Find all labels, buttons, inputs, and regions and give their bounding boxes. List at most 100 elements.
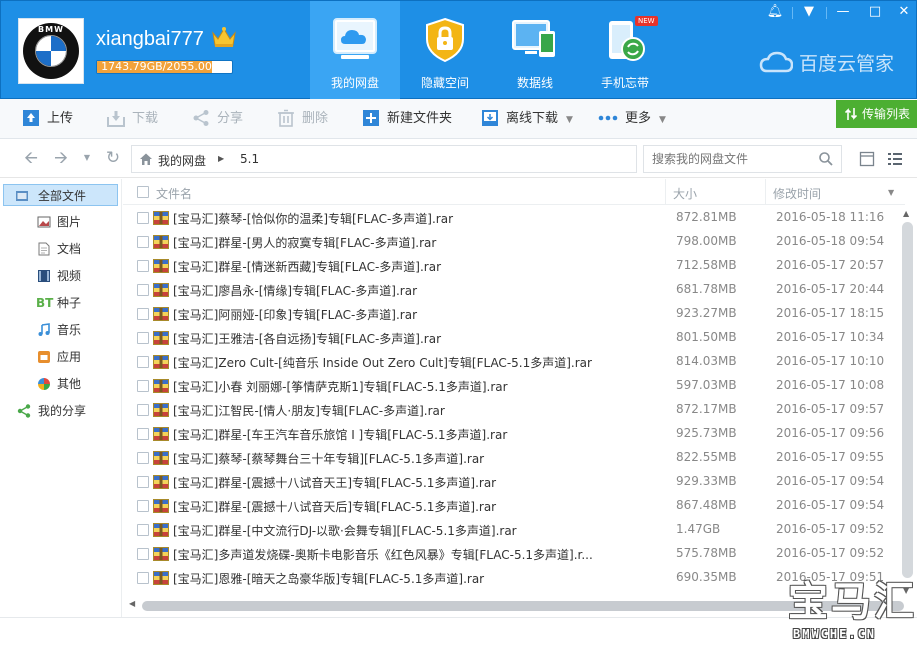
new-folder-button[interactable]: 新建文件夹 xyxy=(362,109,452,129)
file-name[interactable]: [宝马汇]群星-[情迷新西藏]专辑[FLAC-多声道].rar xyxy=(173,258,673,275)
vertical-scroll-thumb[interactable] xyxy=(902,222,913,578)
share-button[interactable]: 分享 xyxy=(192,109,243,129)
column-header-name[interactable]: 文件名 xyxy=(156,185,192,202)
file-name[interactable]: [宝马汇]阿丽娅-[印象]专辑[FLAC-多声道].rar xyxy=(173,306,673,323)
refresh-icon[interactable]: ↻ xyxy=(104,149,122,167)
breadcrumb-root[interactable]: 我的网盘 xyxy=(158,152,206,169)
table-row[interactable]: [宝马汇]江智民-[情人·朋友]专辑[FLAC-多声道].rar 872.17MB… xyxy=(123,398,905,422)
column-divider[interactable] xyxy=(665,179,666,205)
row-checkbox[interactable] xyxy=(137,500,149,512)
file-name[interactable]: [宝马汇]江智民-[情人·朋友]专辑[FLAC-多声道].rar xyxy=(173,402,673,419)
sidebar-item-documents[interactable]: 文档 xyxy=(0,238,121,260)
forward-arrow-icon[interactable]: 🡪 xyxy=(52,149,70,167)
row-checkbox[interactable] xyxy=(137,524,149,536)
file-name[interactable]: [宝马汇]群星-[车王汽车音乐旅馆 I ]专辑[FLAC-5.1多声道].rar xyxy=(173,426,673,443)
file-date: 2016-05-17 09:55 xyxy=(776,450,885,464)
menu-dropdown-icon[interactable]: ▼ xyxy=(795,3,823,23)
search-input[interactable] xyxy=(643,145,842,173)
scroll-left-icon[interactable]: ◀ xyxy=(129,599,135,608)
divider xyxy=(826,7,827,19)
column-divider[interactable] xyxy=(765,179,766,205)
sidebar-item-music[interactable]: 音乐 xyxy=(0,319,121,341)
sort-chevron-down-icon[interactable]: ▼ xyxy=(888,188,894,197)
column-header-date[interactable]: 修改时间 xyxy=(773,185,821,202)
sidebar-item-videos[interactable]: 视频 xyxy=(0,265,121,287)
table-row[interactable]: [宝马汇]Zero Cult-[纯音乐 Inside Out Zero Cult… xyxy=(123,350,905,374)
select-all-checkbox[interactable] xyxy=(137,186,149,198)
file-name[interactable]: [宝马汇]蔡琴-[蔡琴舞台三十年专辑][FLAC-5.1多声道].rar xyxy=(173,450,673,467)
file-name[interactable]: [宝马汇]恩雅-[暗天之岛豪华版]专辑[FLAC-5.1多声道].rar xyxy=(173,570,673,587)
sidebar-item-my-shares[interactable]: 我的分享 xyxy=(0,400,121,422)
file-name[interactable]: [宝马汇]群星-[男人的寂寞专辑[FLAC-多声道].rar xyxy=(173,234,673,251)
file-name[interactable]: [宝马汇]廖昌永-[情缘]专辑[FLAC-多声道].rar xyxy=(173,282,673,299)
table-row[interactable]: [宝马汇]群星-[情迷新西藏]专辑[FLAC-多声道].rar 712.58MB 2… xyxy=(123,254,905,278)
file-name[interactable]: [宝马汇]小春 刘丽娜-[筝情萨克斯1]专辑[FLAC-5.1多声道].rar xyxy=(173,378,673,395)
table-row[interactable]: [宝马汇]群星-[震撼十八试音天王]专辑[FLAC-5.1多声道].rar 929… xyxy=(123,470,905,494)
row-checkbox[interactable] xyxy=(137,380,149,392)
row-checkbox[interactable] xyxy=(137,308,149,320)
search-icon[interactable] xyxy=(818,151,834,167)
table-row[interactable]: [宝马汇]蔡琴-[恰似你的温柔]专辑[FLAC-多声道].rar 872.81MB… xyxy=(123,206,905,230)
row-checkbox[interactable] xyxy=(137,356,149,368)
table-row[interactable]: [宝马汇]多声道发烧碟-奥斯卡电影音乐《红色风暴》专辑[FLAC-5.1多声道]… xyxy=(123,542,905,566)
file-name[interactable]: [宝马汇]王雅洁-[各自远扬]专辑[FLAC-多声道].rar xyxy=(173,330,673,347)
offline-download-button[interactable]: 离线下载 ▼ xyxy=(481,109,573,129)
maximize-button[interactable]: □ xyxy=(861,3,889,23)
username[interactable]: xiangbai777 xyxy=(96,28,204,51)
sidebar-item-pictures[interactable]: 图片 xyxy=(0,211,121,233)
notification-bell-icon[interactable]: 🔔︎ xyxy=(761,3,789,23)
sidebar-item-torrents[interactable]: BT 种子 xyxy=(0,292,121,314)
table-row[interactable]: [宝马汇]廖昌永-[情缘]专辑[FLAC-多声道].rar 681.78MB 201… xyxy=(123,278,905,302)
tab-data-cable[interactable]: 数据线 xyxy=(490,1,580,99)
table-row[interactable]: [宝马汇]群星-[车王汽车音乐旅馆 I ]专辑[FLAC-5.1多声道].rar… xyxy=(123,422,905,446)
back-arrow-icon[interactable]: 🡨 xyxy=(22,149,40,167)
list-view-icon[interactable] xyxy=(887,151,903,167)
sidebar-item-all-files[interactable]: 全部文件 xyxy=(3,184,118,206)
row-checkbox[interactable] xyxy=(137,332,149,344)
row-checkbox[interactable] xyxy=(137,404,149,416)
row-checkbox[interactable] xyxy=(137,452,149,464)
table-row[interactable]: [宝马汇]群星-[男人的寂寞专辑[FLAC-多声道].rar 798.00MB 20… xyxy=(123,230,905,254)
file-name[interactable]: [宝马汇]多声道发烧碟-奥斯卡电影音乐《红色风暴》专辑[FLAC-5.1多声道]… xyxy=(173,546,673,563)
tab-hidden-space[interactable]: 隐藏空间 xyxy=(400,1,490,99)
table-row[interactable]: [宝马汇]群星-[中文流行DJ-以歌·会舞专辑][FLAC-5.1多声道].ra… xyxy=(123,518,905,542)
file-name[interactable]: [宝马汇]Zero Cult-[纯音乐 Inside Out Zero Cult… xyxy=(173,354,673,371)
avatar[interactable]: BMW xyxy=(18,18,84,84)
tab-phone-forgot[interactable]: NEW 手机忘带 xyxy=(580,1,670,99)
download-button[interactable]: 下载 xyxy=(107,109,158,129)
file-name[interactable]: [宝马汇]群星-[震撼十八试音天后]专辑[FLAC-5.1多声道].rar xyxy=(173,498,673,515)
file-name[interactable]: [宝马汇]群星-[震撼十八试音天王]专辑[FLAC-5.1多声道].rar xyxy=(173,474,673,491)
transfer-list-button[interactable]: 传输列表 xyxy=(836,100,917,128)
breadcrumb-separator-icon[interactable]: ▶ xyxy=(218,154,224,163)
tab-my-drive[interactable]: 我的网盘 xyxy=(310,1,400,99)
table-row[interactable]: [宝马汇]蔡琴-[蔡琴舞台三十年专辑][FLAC-5.1多声道].rar 822.… xyxy=(123,446,905,470)
scroll-up-icon[interactable]: ▲ xyxy=(903,209,909,218)
row-checkbox[interactable] xyxy=(137,476,149,488)
minimize-button[interactable]: — xyxy=(829,3,857,23)
more-button[interactable]: 更多 ▼ xyxy=(598,109,666,129)
row-checkbox[interactable] xyxy=(137,284,149,296)
row-checkbox[interactable] xyxy=(137,548,149,560)
history-dropdown-icon[interactable]: ▼ xyxy=(78,149,96,167)
grid-view-icon[interactable] xyxy=(859,151,875,167)
row-checkbox[interactable] xyxy=(137,236,149,248)
breadcrumb-current[interactable]: 5.1 xyxy=(240,152,259,166)
file-name[interactable]: [宝马汇]蔡琴-[恰似你的温柔]专辑[FLAC-多声道].rar xyxy=(173,210,673,227)
file-name[interactable]: [宝马汇]群星-[中文流行DJ-以歌·会舞专辑][FLAC-5.1多声道].ra… xyxy=(173,522,673,539)
table-row[interactable]: [宝马汇]群星-[震撼十八试音天后]专辑[FLAC-5.1多声道].rar 867… xyxy=(123,494,905,518)
table-row[interactable]: [宝马汇]王雅洁-[各自远扬]专辑[FLAC-多声道].rar 801.50MB 2… xyxy=(123,326,905,350)
archive-file-icon xyxy=(153,211,169,225)
sidebar-item-label: 视频 xyxy=(57,269,82,283)
upload-button[interactable]: 上传 xyxy=(22,109,73,129)
row-checkbox[interactable] xyxy=(137,428,149,440)
row-checkbox[interactable] xyxy=(137,212,149,224)
row-checkbox[interactable] xyxy=(137,260,149,272)
sidebar-item-apps[interactable]: 应用 xyxy=(0,346,121,368)
sidebar-item-other[interactable]: 其他 xyxy=(0,373,121,395)
row-checkbox[interactable] xyxy=(137,572,149,584)
table-row[interactable]: [宝马汇]小春 刘丽娜-[筝情萨克斯1]专辑[FLAC-5.1多声道].rar 5… xyxy=(123,374,905,398)
delete-button[interactable]: 删除 xyxy=(277,109,328,129)
column-header-size[interactable]: 大小 xyxy=(673,185,697,202)
close-button[interactable]: ✕ xyxy=(890,3,917,23)
table-row[interactable]: [宝马汇]阿丽娅-[印象]专辑[FLAC-多声道].rar 923.27MB 201… xyxy=(123,302,905,326)
